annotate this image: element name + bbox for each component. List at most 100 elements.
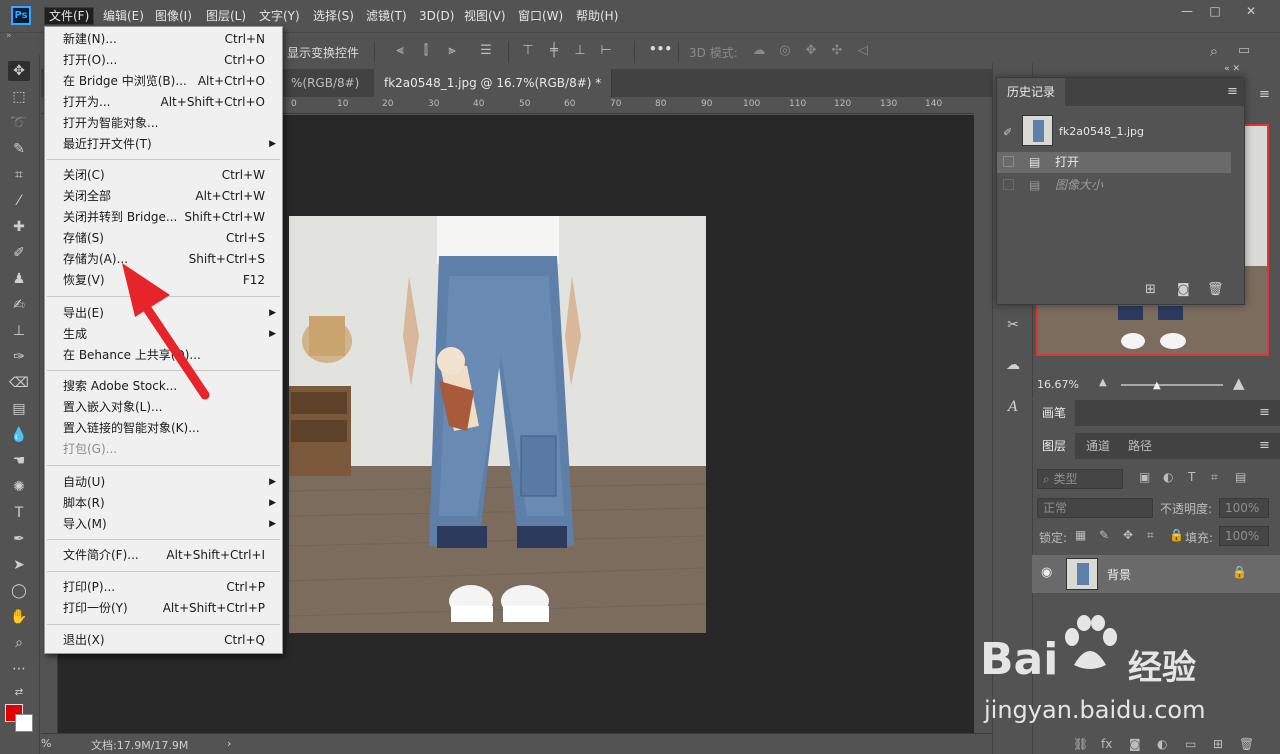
add-mask-icon[interactable]: ◙ [1129, 737, 1141, 751]
art-history-tool-icon[interactable]: ✑ [8, 347, 30, 367]
menu-item-save[interactable]: 存储(S) Ctrl+S [45, 228, 282, 249]
filter-kind-select[interactable]: ⌕ 类型 [1037, 469, 1123, 489]
sponge-tool-icon[interactable]: ✺ [8, 477, 30, 497]
delete-state-icon[interactable]: 🗑 [1207, 282, 1224, 297]
lock-image-icon[interactable]: ✎ [1099, 528, 1109, 542]
tab-paths[interactable]: 路径 [1119, 433, 1161, 459]
menu-image[interactable]: 图像(I) [151, 7, 196, 25]
document-image[interactable] [289, 216, 706, 633]
lock-position-icon[interactable]: ✥ [1123, 528, 1133, 542]
dodge-tool-icon[interactable]: ☚ [8, 451, 30, 471]
menu-item-close-go-bridge[interactable]: 关闭并转到 Bridge... Shift+Ctrl+W [45, 207, 282, 228]
brush-tool-icon[interactable]: ✐ [8, 243, 30, 263]
panel-collapse-icon[interactable]: » [0, 31, 40, 45]
maximize-button[interactable]: □ [1200, 0, 1230, 22]
eraser-tool-icon[interactable]: ⌫ [8, 373, 30, 393]
panel-menu-icon[interactable]: ≡ [1259, 438, 1270, 453]
menu-item-open-as[interactable]: 打开为... Alt+Shift+Ctrl+O [45, 92, 282, 113]
search-icon[interactable]: ⌕ [1206, 43, 1222, 59]
menu-filter[interactable]: 滤镜(T) [362, 7, 411, 25]
marquee-tool-icon[interactable]: ⬚ [8, 87, 30, 107]
menu-item-open-smart-object[interactable]: 打开为智能对象... [45, 113, 282, 134]
more-tools-icon[interactable]: ⋯ [8, 659, 30, 679]
align-left-icon[interactable]: ⫷ [392, 43, 408, 59]
menu-item-browse-bridge[interactable]: 在 Bridge 中浏览(B)... Alt+Ctrl+O [45, 71, 282, 92]
zoom-slider[interactable] [1121, 384, 1223, 386]
new-document-from-state-icon[interactable]: ⊞ [1145, 282, 1156, 297]
menu-edit[interactable]: 编辑(E) [99, 7, 148, 25]
layer-row[interactable]: ◉ 背景 🔒 [1032, 555, 1280, 593]
vertical-scrollbar[interactable] [974, 97, 992, 733]
lock-transparent-icon[interactable]: ▦ [1075, 528, 1086, 542]
status-menu-arrow[interactable]: › [227, 737, 231, 750]
more-options-button[interactable]: ••• [649, 42, 672, 56]
state-checkbox[interactable] [1003, 156, 1014, 167]
align-right-icon[interactable]: ⫸ [444, 43, 460, 59]
menu-item-recent-files[interactable]: 最近打开文件(T) ▶ [45, 134, 282, 155]
panel-menu-icon[interactable]: ≡ [1259, 405, 1270, 420]
blend-mode-select[interactable]: 正常 [1037, 498, 1153, 518]
tab-brush[interactable]: 画笔 [1033, 400, 1076, 426]
new-layer-icon[interactable]: ⊞ [1213, 737, 1223, 751]
blur-tool-icon[interactable]: 💧 [8, 425, 30, 445]
menu-type[interactable]: 文字(Y) [255, 7, 304, 25]
menu-item-file-info[interactable]: 文件简介(F)... Alt+Shift+Ctrl+I [45, 545, 282, 566]
menu-file[interactable]: 文件(F) [44, 7, 95, 25]
close-window-button[interactable]: ✕ [1236, 0, 1266, 22]
lock-all-icon[interactable]: 🔒 [1169, 528, 1184, 542]
swap-colors-icon[interactable]: ⇄ [8, 683, 30, 703]
3d-scale-icon[interactable]: ◁ [855, 43, 871, 59]
distribute-middle-icon[interactable]: ╪ [546, 43, 562, 59]
3d-pan-icon[interactable]: ✥ [803, 43, 819, 59]
panel-menu-icon[interactable]: ≡ [1259, 87, 1270, 102]
delete-layer-icon[interactable]: 🗑 [1239, 737, 1254, 751]
menu-item-close-all[interactable]: 关闭全部 Alt+Ctrl+W [45, 186, 282, 207]
path-selection-tool-icon[interactable]: ➤ [8, 555, 30, 575]
new-group-icon[interactable]: ▭ [1185, 737, 1196, 751]
ellipse-tool-icon[interactable]: ◯ [8, 581, 30, 601]
hand-tool-icon[interactable]: ✋ [8, 607, 30, 627]
3d-orbit-icon[interactable]: ☁ [751, 43, 767, 59]
menu-item-import[interactable]: 导入(M) ▶ [45, 514, 282, 535]
layer-name[interactable]: 背景 [1107, 566, 1131, 583]
navigator-zoom[interactable]: 16.67% [1037, 378, 1079, 391]
opacity-input[interactable]: 100% [1219, 498, 1269, 518]
state-checkbox[interactable] [1003, 179, 1014, 190]
show-transform-controls-label[interactable]: 显示变换控件 [287, 44, 359, 61]
menu-3d[interactable]: 3D(D) [415, 7, 458, 25]
stamp-tool-icon[interactable]: ⊥ [8, 321, 30, 341]
glyphs-icon[interactable]: A [1003, 397, 1023, 417]
move-tool-icon[interactable]: ✥ [8, 61, 30, 81]
menu-item-automate[interactable]: 自动(U) ▶ [45, 472, 282, 493]
link-layers-icon[interactable]: ⛓ [1073, 737, 1088, 751]
zoom-tool-icon[interactable]: ⌕ [8, 633, 30, 653]
fill-input[interactable]: 100% [1219, 526, 1269, 546]
minimize-button[interactable]: — [1172, 0, 1202, 22]
history-snapshot[interactable]: ✐ fk2a0548_1.jpg [997, 114, 1231, 148]
quick-select-tool-icon[interactable]: ✎ [8, 139, 30, 159]
workspace-icon[interactable]: ▭ [1236, 43, 1252, 59]
distribute-left-icon[interactable]: ⊢ [598, 43, 614, 59]
panel-close-icon[interactable]: « ✕ [1224, 64, 1240, 74]
tab-layers[interactable]: 图层 [1033, 433, 1076, 459]
eyedropper-tool-icon[interactable]: ⁄ [8, 191, 30, 211]
type-tool-icon[interactable]: T [8, 503, 30, 523]
menu-layer[interactable]: 图层(L) [202, 7, 250, 25]
menu-item-place-linked[interactable]: 置入链接的智能对象(K)... [45, 418, 282, 439]
menu-item-print-one-copy[interactable]: 打印一份(Y) Alt+Shift+Ctrl+P [45, 598, 282, 619]
menu-item-exit[interactable]: 退出(X) Ctrl+Q [45, 630, 282, 651]
crop-tool-icon[interactable]: ⌗ [8, 165, 30, 185]
tools-preset-icon[interactable]: ✂ [1003, 315, 1023, 335]
visibility-eye-icon[interactable]: ◉ [1041, 565, 1052, 580]
zoom-out-icon[interactable]: ▲ [1099, 377, 1107, 388]
filter-pixel-icon[interactable]: ▣ [1139, 470, 1150, 484]
background-color-swatch[interactable] [15, 714, 33, 732]
libraries-icon[interactable]: ☁ [1003, 355, 1023, 375]
tab-channels[interactable]: 通道 [1077, 433, 1119, 459]
history-brush-source-icon[interactable]: ✐ [1003, 122, 1012, 143]
filter-smart-object-icon[interactable]: ▤ [1235, 470, 1246, 484]
panel-menu-icon[interactable]: ≡ [1227, 84, 1238, 99]
create-snapshot-icon[interactable]: ◙ [1177, 282, 1190, 297]
history-state[interactable]: ▤ 图像大小 [997, 175, 1231, 196]
pen-tool-icon[interactable]: ✒ [8, 529, 30, 549]
